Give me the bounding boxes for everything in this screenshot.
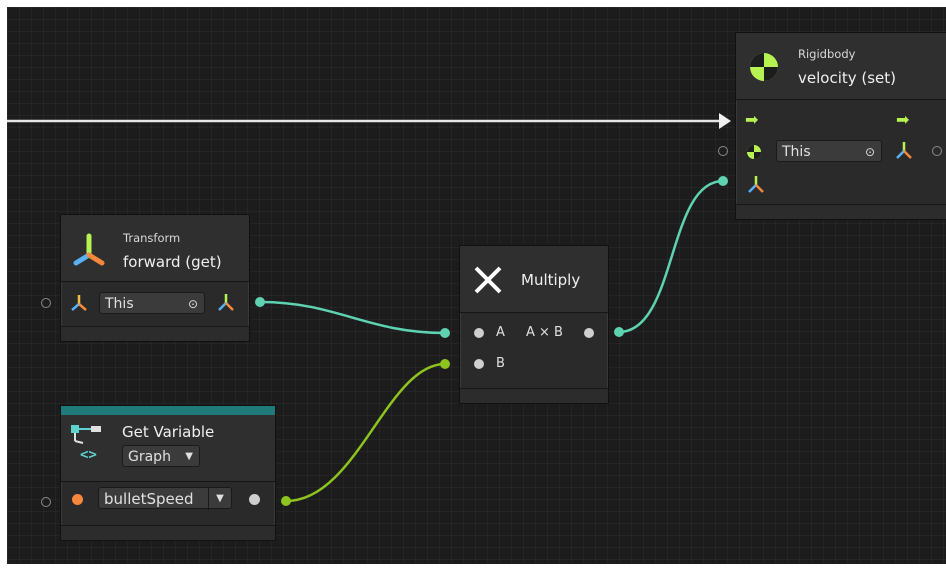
- target-port[interactable]: [41, 298, 51, 308]
- wire-end-dot: [718, 176, 728, 186]
- node-title: forward (get): [123, 253, 222, 271]
- node-title: velocity (set): [798, 69, 897, 87]
- output-label: A × B: [526, 325, 563, 340]
- input-a-label: A: [496, 325, 505, 340]
- variable-icon: <>: [71, 425, 101, 463]
- wire-end-dot: [255, 297, 265, 307]
- target-port[interactable]: [718, 146, 728, 156]
- variable-color-bar: [61, 406, 275, 415]
- scope-dropdown[interactable]: Graph ▼: [122, 445, 200, 467]
- multiply-x-icon: [474, 266, 502, 294]
- node-category: Rigidbody: [798, 47, 856, 61]
- name-input-port[interactable]: [72, 494, 83, 505]
- vector-output-icon[interactable]: [894, 140, 914, 162]
- node-header[interactable]: Rigidbody velocity (set): [736, 33, 946, 100]
- target-value: This: [105, 296, 134, 312]
- input-b-label: B: [496, 356, 505, 371]
- transform-forward-get-node[interactable]: Transform forward (get) This ⊙: [60, 214, 250, 342]
- node-footer: [61, 326, 249, 341]
- variable-name-dropdown[interactable]: bulletSpeed ▼: [98, 487, 232, 510]
- transform-axes-icon: [73, 233, 105, 266]
- output-port[interactable]: [584, 328, 594, 338]
- vector-output-icon[interactable]: [216, 292, 236, 314]
- wire-end-dot: [614, 327, 624, 337]
- node-footer: [736, 204, 946, 219]
- svg-text:<>: <>: [80, 447, 97, 463]
- vector-out-port[interactable]: [932, 146, 942, 156]
- flow-output-icon[interactable]: ➡: [896, 110, 909, 129]
- chevron-down-icon: ▼: [185, 451, 193, 462]
- rigidbody-velocity-set-node[interactable]: Rigidbody velocity (set) ➡ ➡ This ⊙: [735, 32, 946, 220]
- flow-input-arrow: [719, 113, 731, 129]
- node-header[interactable]: <> Get Variable Graph ▼: [61, 415, 275, 482]
- target-field[interactable]: This ⊙: [99, 292, 205, 314]
- node-header[interactable]: Transform forward (get): [61, 215, 249, 282]
- target-value: This: [782, 144, 811, 160]
- node-header[interactable]: Multiply: [460, 246, 608, 313]
- rigidbody-small-icon: [747, 145, 761, 159]
- vector-wire-transform-to-multiply: [259, 300, 446, 335]
- node-category: Transform: [123, 231, 181, 245]
- transform-small-icon: [71, 295, 87, 311]
- node-title: Multiply: [521, 271, 581, 289]
- scope-value: Graph: [128, 449, 171, 465]
- rigidbody-icon: [750, 53, 778, 81]
- get-variable-node[interactable]: <> Get Variable Graph ▼ bulletSpeed ▼: [60, 405, 276, 541]
- node-title: Get Variable: [122, 423, 215, 441]
- target-picker-icon[interactable]: ⊙: [188, 293, 198, 315]
- graph-canvas[interactable]: Rigidbody velocity (set) ➡ ➡ This ⊙ Tran…: [7, 7, 946, 564]
- multiply-node[interactable]: Multiply A A × B B: [459, 245, 609, 404]
- node-footer: [61, 525, 275, 540]
- flow-input-icon[interactable]: ➡: [745, 110, 758, 129]
- float-wire-variable-to-multiply: [285, 362, 446, 503]
- name-port[interactable]: [41, 497, 51, 507]
- target-field[interactable]: This ⊙: [776, 140, 882, 162]
- input-b-port[interactable]: [474, 359, 484, 369]
- wire-end-dot: [281, 496, 291, 506]
- vector-input-icon[interactable]: [746, 174, 766, 196]
- vector-wire-multiply-to-rigidbody: [618, 179, 724, 334]
- input-a-port[interactable]: [474, 328, 484, 338]
- wire-end-dot: [440, 328, 450, 338]
- value-output-port[interactable]: [249, 494, 260, 505]
- target-picker-icon[interactable]: ⊙: [865, 141, 875, 163]
- node-footer: [460, 388, 608, 403]
- wire-end-dot: [440, 359, 450, 369]
- variable-name-value: bulletSpeed: [104, 490, 194, 508]
- chevron-down-icon: ▼: [208, 488, 231, 510]
